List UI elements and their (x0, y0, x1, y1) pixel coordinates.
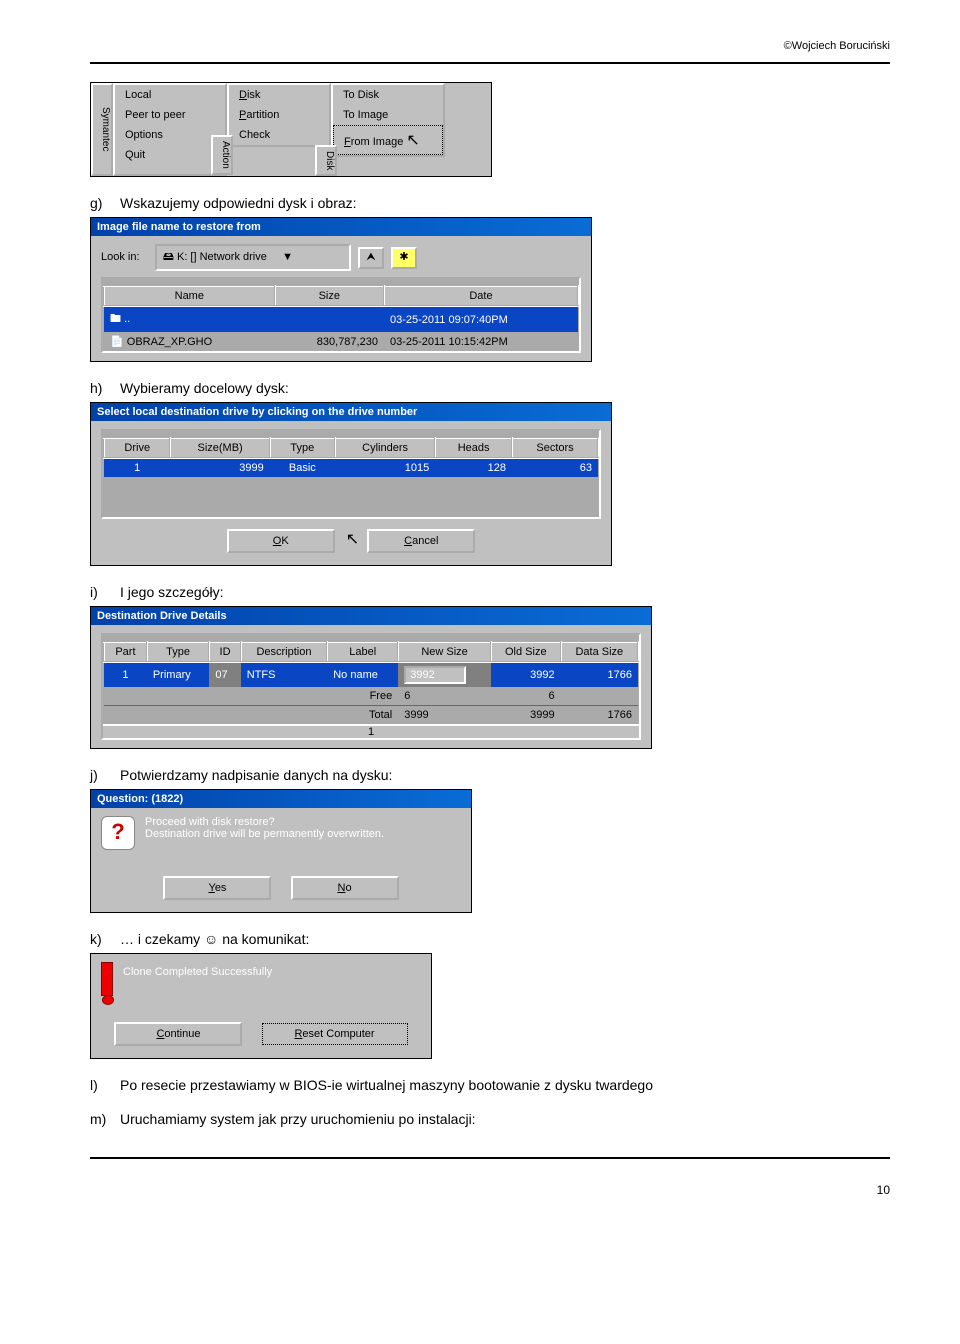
col-size[interactable]: Size (275, 286, 384, 306)
action-label: Action (211, 135, 233, 175)
menu-options[interactable]: Options (115, 125, 225, 145)
question-dialog: Question: (1822) ? Proceed with disk res… (90, 789, 472, 913)
dest-row[interactable]: 1 3999 Basic 1015 128 63 (104, 458, 598, 477)
step-m: m)Uruchamiamy system jak przy uruchomien… (90, 1111, 890, 1127)
yes-button[interactable]: Yes (163, 876, 271, 900)
file-row[interactable]: 🖿 ..03-25-2011 09:07:40PM (104, 306, 578, 332)
col-name[interactable]: Name (104, 286, 275, 306)
file-dialog-title: Image file name to restore from (91, 218, 591, 236)
continue-button[interactable]: Continue (114, 1022, 242, 1046)
details-dialog: Destination Drive Details Part Type ID D… (90, 606, 652, 749)
footer-divider (90, 1157, 890, 1159)
done-msg: Clone Completed Successfully (101, 962, 421, 978)
step-j: j)Potwierdzamy nadpisanie danych na dysk… (90, 767, 890, 783)
menu-peer[interactable]: Peer to peer (115, 105, 225, 125)
q-line2: Destination drive will be permanently ov… (101, 828, 461, 840)
step-g: g)Wskazujemy odpowiedni dysk i obraz: (90, 195, 890, 211)
new-folder-button[interactable]: ✱ (391, 247, 417, 269)
up-folder-button[interactable]: ⮝ (358, 247, 384, 269)
menu-quit[interactable]: Quit (115, 145, 225, 165)
question-icon: ? (101, 816, 135, 850)
dest-dialog: Select local destination drive by clicki… (90, 402, 612, 566)
ok-button[interactable]: OK (227, 529, 335, 553)
details-row[interactable]: 1 Primary 07 NTFS No name 3992 3992 1766 (104, 662, 638, 687)
file-table: Name Size Date 🖿 ..03-25-2011 09:07:40PM… (103, 285, 579, 351)
lookin-label: Look in: (101, 251, 140, 263)
no-button[interactable]: No (291, 876, 399, 900)
free-row: Free 6 6 (104, 687, 638, 706)
cancel-button[interactable]: Cancel (367, 529, 475, 553)
done-dialog: Clone Completed Successfully Continue Re… (90, 953, 432, 1059)
step-l: l)Po resecie przestawiamy w BIOS-ie wirt… (90, 1077, 890, 1093)
divider (90, 62, 890, 64)
file-row[interactable]: 📄 OBRAZ_XP.GHO830,787,23003-25-2011 10:1… (104, 332, 578, 351)
details-dialog-title: Destination Drive Details (91, 607, 651, 625)
menu-partition[interactable]: Partition (229, 105, 329, 125)
file-dialog: Image file name to restore from Look in:… (90, 217, 592, 362)
question-title: Question: (1822) (91, 790, 471, 808)
newsize-input[interactable]: 3992 (404, 666, 466, 684)
cursor-icon: ↖ (346, 531, 356, 548)
page-number: 10 (90, 1183, 890, 1197)
menu-disk[interactable]: Disk (229, 85, 329, 105)
details-table: Part Type ID Description Label New Size … (103, 641, 639, 724)
drive-dropdown[interactable]: 🖴 K: [] Network drive ▼ (155, 244, 351, 271)
step-k: k)… i czekamy ☺ na komunikat: (90, 931, 890, 947)
col-date[interactable]: Date (384, 286, 578, 306)
menu-local[interactable]: Local (115, 85, 225, 105)
menu-toimage[interactable]: To Image (333, 105, 443, 125)
menu-check[interactable]: Check (229, 125, 329, 145)
details-footer: 1 (103, 724, 639, 738)
step-h: h)Wybieramy docelowy dysk: (90, 380, 890, 396)
dest-dialog-title: Select local destination drive by clicki… (91, 403, 611, 421)
menu-fromimage[interactable]: From Image ↖ (333, 125, 443, 155)
total-row: Total 3999 3999 1766 (104, 706, 638, 725)
disk-label: Disk (315, 145, 337, 176)
copyright: ©Wojciech Boruciński (90, 40, 890, 52)
cursor-icon: ↖ (406, 132, 416, 149)
dest-table: Drive Size(MB) Type Cylinders Heads Sect… (103, 437, 599, 477)
ghost-menu: Symantec Local Peer to peer Options Quit… (90, 82, 492, 177)
q-line1: Proceed with disk restore? (101, 816, 461, 828)
step-i: i)I jego szczegóły: (90, 584, 890, 600)
symantec-label: Symantec (91, 83, 113, 176)
menu-todisk[interactable]: To Disk (333, 85, 443, 105)
reset-button[interactable]: Reset Computer (262, 1023, 408, 1045)
alert-icon (101, 962, 113, 996)
